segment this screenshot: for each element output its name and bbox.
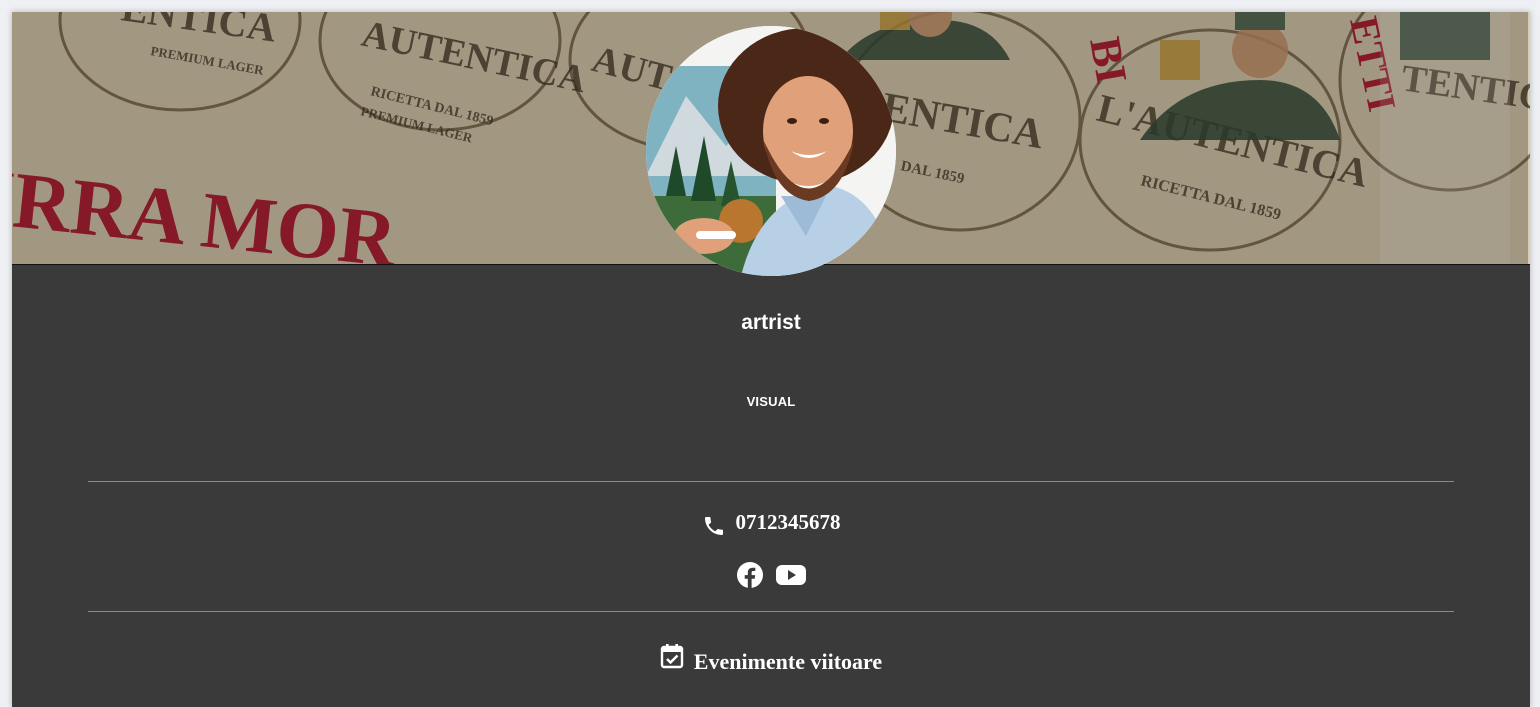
phone-icon bbox=[702, 514, 726, 538]
divider bbox=[88, 481, 1454, 482]
youtube-icon[interactable] bbox=[776, 564, 806, 586]
phone-row: 0712345678 bbox=[12, 506, 1530, 538]
social-links bbox=[12, 561, 1530, 589]
avatar bbox=[646, 26, 896, 276]
divider bbox=[88, 611, 1454, 612]
profile-name: artrist bbox=[741, 311, 801, 334]
profile-page: ENTICA AUTENTICA AUT ENTICA L'AUTENTICA … bbox=[12, 12, 1530, 707]
phone-number[interactable]: 0712345678 bbox=[736, 510, 841, 535]
avatar-image bbox=[646, 26, 896, 276]
facebook-icon[interactable] bbox=[736, 561, 764, 589]
profile-category: VISUAL bbox=[746, 394, 796, 409]
events-title: Evenimente viitoare bbox=[693, 649, 883, 674]
calendar-check-icon bbox=[660, 643, 684, 669]
upcoming-events-header: Evenimente viitoare bbox=[12, 643, 1530, 677]
